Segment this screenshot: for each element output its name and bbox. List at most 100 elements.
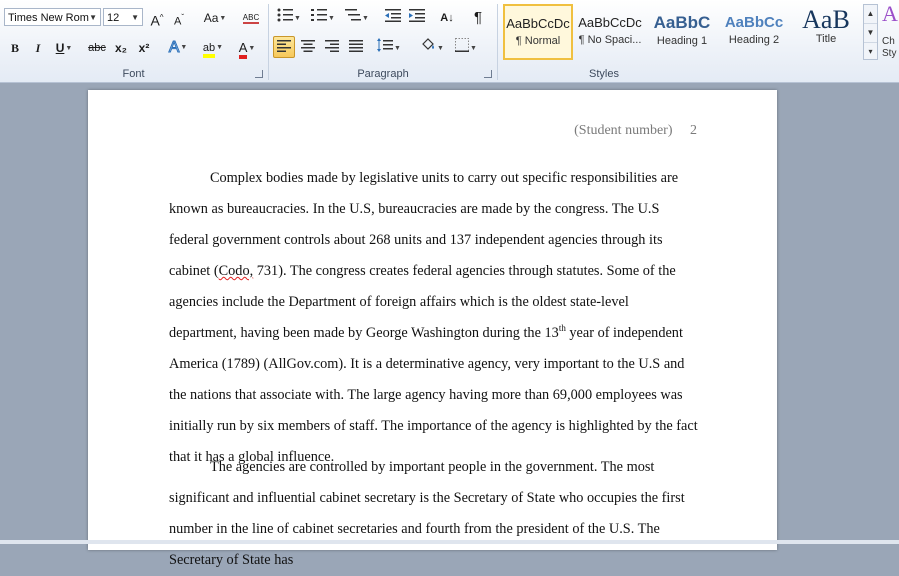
line-spacing-button[interactable]: ▼: [374, 36, 404, 58]
sort-button[interactable]: A↓: [436, 6, 458, 28]
header-page-number: 2: [690, 123, 697, 138]
font-name-combo[interactable]: Times New Rom ▼: [4, 8, 101, 26]
spelling-error[interactable]: Codo,: [219, 263, 254, 279]
style-normal-sample: AaBbCcDc: [506, 16, 570, 31]
chevron-down-icon: ▼: [89, 13, 97, 22]
underline-button[interactable]: U▼: [51, 36, 77, 58]
numbering-button[interactable]: ▼: [308, 6, 338, 28]
font-group-label: Font: [122, 68, 145, 80]
superscript-icon: x²: [138, 41, 150, 55]
increase-indent-icon: [409, 9, 425, 22]
status-strip: [0, 540, 899, 544]
change-styles-label: Ch: [882, 36, 895, 47]
increase-indent-button[interactable]: [406, 6, 428, 28]
gallery-up-icon[interactable]: ▲: [864, 5, 877, 24]
shading-button[interactable]: ▼: [417, 36, 447, 58]
underline-icon: U: [55, 41, 65, 55]
group-divider: [497, 4, 498, 80]
style-no-spacing-sample: AaBbCcDc: [578, 15, 642, 30]
sort-icon: A↓: [440, 12, 454, 24]
page-header: (Student number) 2: [560, 123, 697, 139]
bold-button[interactable]: B: [5, 36, 25, 58]
bold-icon: B: [10, 41, 19, 55]
strikethrough-button[interactable]: abc: [86, 36, 108, 58]
subscript-button[interactable]: x₂: [111, 36, 131, 58]
style-heading-2-label: Heading 2: [728, 34, 780, 46]
style-no-spacing-label: ¶ No Spaci...: [578, 34, 642, 46]
header-student-number: (Student number): [574, 123, 673, 138]
align-right-button[interactable]: [321, 36, 343, 58]
style-normal[interactable]: AaBbCcDc ¶ Normal: [503, 4, 573, 60]
gallery-down-icon[interactable]: ▼: [864, 24, 877, 43]
line-spacing-icon: [377, 38, 394, 52]
italic-icon: I: [35, 41, 41, 55]
pilcrow-icon: ¶: [473, 9, 483, 26]
styles-gallery-scroller[interactable]: ▲ ▼ ▾: [863, 4, 878, 60]
group-divider: [268, 4, 269, 80]
style-no-spacing[interactable]: AaBbCcDc ¶ No Spaci...: [575, 4, 645, 60]
align-center-icon: [301, 40, 315, 52]
numbering-icon: [311, 9, 328, 21]
align-left-button[interactable]: [273, 36, 295, 58]
style-title[interactable]: AaB Title: [791, 4, 861, 60]
highlight-icon: ab: [202, 42, 216, 58]
chevron-down-icon: ▼: [131, 13, 139, 22]
bullets-icon: [277, 8, 294, 22]
style-heading-1-label: Heading 1: [656, 35, 708, 47]
body-paragraph-2[interactable]: The agencies are controlled by important…: [169, 452, 699, 576]
para2-text: The agencies are controlled by important…: [169, 459, 685, 568]
grow-font-icon: A: [150, 12, 160, 29]
font-color-icon: A: [238, 40, 248, 59]
para1-text-c: year of independent America (1789) (AllG…: [169, 325, 698, 465]
show-formatting-button[interactable]: ¶: [468, 6, 488, 28]
align-right-icon: [325, 40, 339, 52]
style-heading-1-sample: AaBbC: [653, 13, 711, 32]
style-normal-label: ¶ Normal: [515, 35, 561, 47]
align-center-button[interactable]: [297, 36, 319, 58]
change-styles-label-2: Sty: [882, 48, 897, 59]
font-dialog-launcher-icon[interactable]: [255, 70, 263, 78]
decrease-indent-button[interactable]: [382, 6, 404, 28]
change-case-icon: Aa: [203, 11, 219, 25]
change-case-button[interactable]: Aa▼: [200, 6, 230, 28]
multilevel-list-button[interactable]: ▼: [342, 6, 372, 28]
shrink-font-button[interactable]: Aˇ: [169, 6, 189, 28]
justify-icon: [349, 40, 363, 52]
ribbon: Times New Rom ▼ 12 ▼ A^ Aˇ Aa▼ ABC B I U…: [0, 0, 899, 83]
text-effects-button[interactable]: A▼: [164, 36, 192, 58]
justify-button[interactable]: [345, 36, 367, 58]
paint-bucket-icon: [422, 38, 435, 50]
style-title-sample: AaB: [802, 5, 850, 34]
align-left-icon: [277, 40, 291, 52]
multilevel-list-icon: [345, 9, 362, 21]
text-effects-icon: A: [168, 39, 180, 57]
superscript-button[interactable]: x²: [134, 36, 154, 58]
borders-button[interactable]: ▼: [451, 36, 481, 58]
body-paragraph-1[interactable]: Complex bodies made by legislative units…: [169, 163, 699, 473]
style-heading-2[interactable]: AaBbCc Heading 2: [719, 4, 789, 60]
font-name-value: Times New Rom: [8, 12, 89, 24]
paragraph-dialog-launcher-icon[interactable]: [484, 70, 492, 78]
styles-group: AaBbCcDc ¶ Normal AaBbCcDc ¶ No Spaci...…: [499, 0, 899, 82]
italic-button[interactable]: I: [28, 36, 48, 58]
ordinal-suffix: th: [558, 323, 566, 334]
style-heading-1[interactable]: AaBbC Heading 1: [647, 4, 717, 60]
font-group: Times New Rom ▼ 12 ▼ A^ Aˇ Aa▼ ABC B I U…: [0, 0, 267, 82]
document-page[interactable]: (Student number) 2 Complex bodies made b…: [88, 90, 777, 568]
highlight-button[interactable]: ab▼: [197, 36, 229, 58]
strikethrough-icon: abc: [88, 42, 106, 54]
clear-formatting-button[interactable]: ABC: [240, 6, 262, 28]
font-size-combo[interactable]: 12 ▼: [103, 8, 143, 26]
subscript-icon: x₂: [114, 41, 127, 55]
gallery-more-icon[interactable]: ▾: [864, 43, 877, 61]
font-color-button[interactable]: A▼: [232, 36, 262, 59]
decrease-indent-icon: [385, 9, 401, 22]
grow-font-button[interactable]: A^: [147, 6, 167, 29]
change-styles-button[interactable]: A Ch Sty: [882, 2, 899, 64]
clear-formatting-icon: ABC: [242, 13, 260, 24]
bullets-button[interactable]: ▼: [274, 6, 304, 28]
font-size-value: 12: [107, 12, 120, 24]
style-heading-2-sample: AaBbCc: [724, 14, 784, 31]
styles-group-label: Styles: [589, 68, 619, 80]
paragraph-group: ▼ ▼ ▼ A↓ ¶ ▼ ▼ ▼ Paragraph: [270, 0, 496, 82]
